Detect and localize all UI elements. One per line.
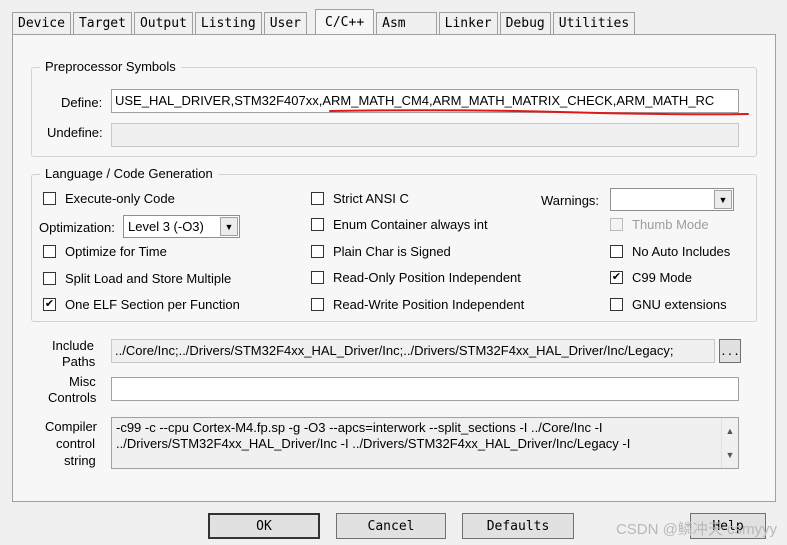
split-load-checkbox[interactable]: Split Load and Store Multiple (43, 271, 231, 286)
tab-listing[interactable]: Listing (194, 12, 262, 34)
compiler-label-line1: Compiler (45, 419, 98, 434)
checkbox-box (311, 192, 324, 205)
plain-char-checkbox[interactable]: Plain Char is Signed (311, 244, 451, 259)
check-icon: ✔ (610, 271, 623, 284)
tab-linker[interactable]: Linker (438, 12, 498, 34)
undefine-label: Undefine: (47, 125, 103, 140)
checkbox-box (311, 245, 324, 258)
c99-mode-label: C99 Mode (632, 270, 692, 285)
tab-c-cpp[interactable]: C/C++ (315, 9, 375, 34)
ro-pi-label: Read-Only Position Independent (333, 270, 521, 285)
plain-char-label: Plain Char is Signed (333, 244, 451, 259)
thumb-mode-checkbox[interactable]: Thumb Mode (610, 217, 709, 232)
include-browse-button[interactable]: ... (719, 339, 741, 363)
tab-bar: Device Target Output Listing User C/C++ … (12, 9, 637, 34)
strict-ansi-checkbox[interactable]: Strict ANSI C (311, 191, 409, 206)
language-legend: Language / Code Generation (40, 166, 218, 181)
warnings-select[interactable]: ▼ (610, 188, 734, 211)
watermark: CSDN @鳞冲天 csmyyy (615, 521, 777, 538)
enum-container-checkbox[interactable]: Enum Container always int (311, 217, 488, 232)
tab-asm[interactable]: Asm (376, 12, 437, 34)
warnings-label: Warnings: (541, 193, 600, 208)
check-icon: ✔ (43, 298, 56, 311)
misc-label-line2: Controls (48, 390, 97, 405)
defaults-button[interactable]: Defaults (462, 513, 574, 539)
compiler-scrollbar[interactable]: ▲ ▼ (721, 418, 738, 468)
scroll-down-icon[interactable]: ▼ (726, 447, 735, 463)
tab-target[interactable]: Target (72, 12, 132, 34)
optimize-time-checkbox[interactable]: Optimize for Time (43, 244, 167, 259)
rw-pi-checkbox[interactable]: Read-Write Position Independent (311, 297, 524, 312)
optimization-value: Level 3 (-O3) (128, 219, 204, 234)
tab-user[interactable]: User (263, 12, 308, 34)
compiler-label-line2: control (56, 436, 96, 451)
tab-debug[interactable]: Debug (499, 12, 551, 34)
tab-output[interactable]: Output (133, 12, 193, 34)
checkbox-box (610, 245, 623, 258)
thumb-mode-label: Thumb Mode (632, 217, 709, 232)
checkbox-box (610, 218, 623, 231)
optimization-label: Optimization: (39, 220, 115, 235)
define-input[interactable]: USE_HAL_DRIVER,STM32F407xx,ARM_MATH_CM4,… (111, 89, 739, 113)
compiler-label-line3: string (64, 453, 96, 468)
gnu-extensions-label: GNU extensions (632, 297, 727, 312)
no-auto-includes-checkbox[interactable]: No Auto Includes (610, 244, 730, 259)
checkbox-box (610, 298, 623, 311)
chevron-down-icon[interactable]: ▼ (714, 190, 732, 209)
rw-pi-label: Read-Write Position Independent (333, 297, 525, 312)
include-label-line2: Paths (62, 354, 96, 369)
split-load-label: Split Load and Store Multiple (65, 271, 232, 286)
checkbox-box (311, 298, 324, 311)
cancel-button[interactable]: Cancel (336, 513, 446, 539)
misc-controls-input[interactable] (111, 377, 739, 401)
define-label: Define: (61, 95, 103, 110)
checkbox-box (43, 245, 56, 258)
scroll-up-icon[interactable]: ▲ (726, 423, 735, 439)
optimize-time-label: Optimize for Time (65, 244, 167, 259)
chevron-down-icon[interactable]: ▼ (220, 217, 238, 236)
execute-only-checkbox[interactable]: Execute-only Code (43, 191, 175, 206)
checkbox-box (311, 271, 324, 284)
strict-ansi-label: Strict ANSI C (333, 191, 409, 206)
compiler-string-line1: -c99 -c --cpu Cortex-M4.fp.sp -g -O3 --a… (116, 420, 603, 435)
include-label-line1: Include (52, 338, 94, 353)
compiler-control-string[interactable]: -c99 -c --cpu Cortex-M4.fp.sp -g -O3 --a… (111, 417, 739, 469)
one-elf-label: One ELF Section per Function (65, 297, 240, 312)
checkbox-box (43, 192, 56, 205)
enum-container-label: Enum Container always int (333, 217, 488, 232)
ok-button[interactable]: OK (208, 513, 320, 539)
preprocessor-legend: Preprocessor Symbols (40, 59, 181, 74)
optimization-select[interactable]: Level 3 (-O3) ▼ (123, 215, 240, 238)
tab-device[interactable]: Device (12, 12, 71, 34)
c99-mode-checkbox[interactable]: ✔ C99 Mode (610, 270, 692, 285)
execute-only-label: Execute-only Code (65, 191, 175, 206)
tab-utilities[interactable]: Utilities (552, 12, 636, 34)
checkbox-box (43, 272, 56, 285)
no-auto-includes-label: No Auto Includes (632, 244, 731, 259)
undefine-input[interactable] (111, 123, 739, 147)
gnu-extensions-checkbox[interactable]: GNU extensions (610, 297, 727, 312)
include-paths-input[interactable]: ../Core/Inc;../Drivers/STM32F4xx_HAL_Dri… (111, 339, 715, 363)
c-cpp-panel: Preprocessor Symbols Define: USE_HAL_DRI… (12, 34, 776, 502)
ro-pi-checkbox[interactable]: Read-Only Position Independent (311, 270, 521, 285)
misc-label-line1: Misc (69, 374, 96, 389)
compiler-string-line2: ../Drivers/STM32F4xx_HAL_Driver/Inc -I .… (116, 436, 631, 451)
checkbox-box (311, 218, 324, 231)
one-elf-checkbox[interactable]: ✔ One ELF Section per Function (43, 297, 240, 312)
